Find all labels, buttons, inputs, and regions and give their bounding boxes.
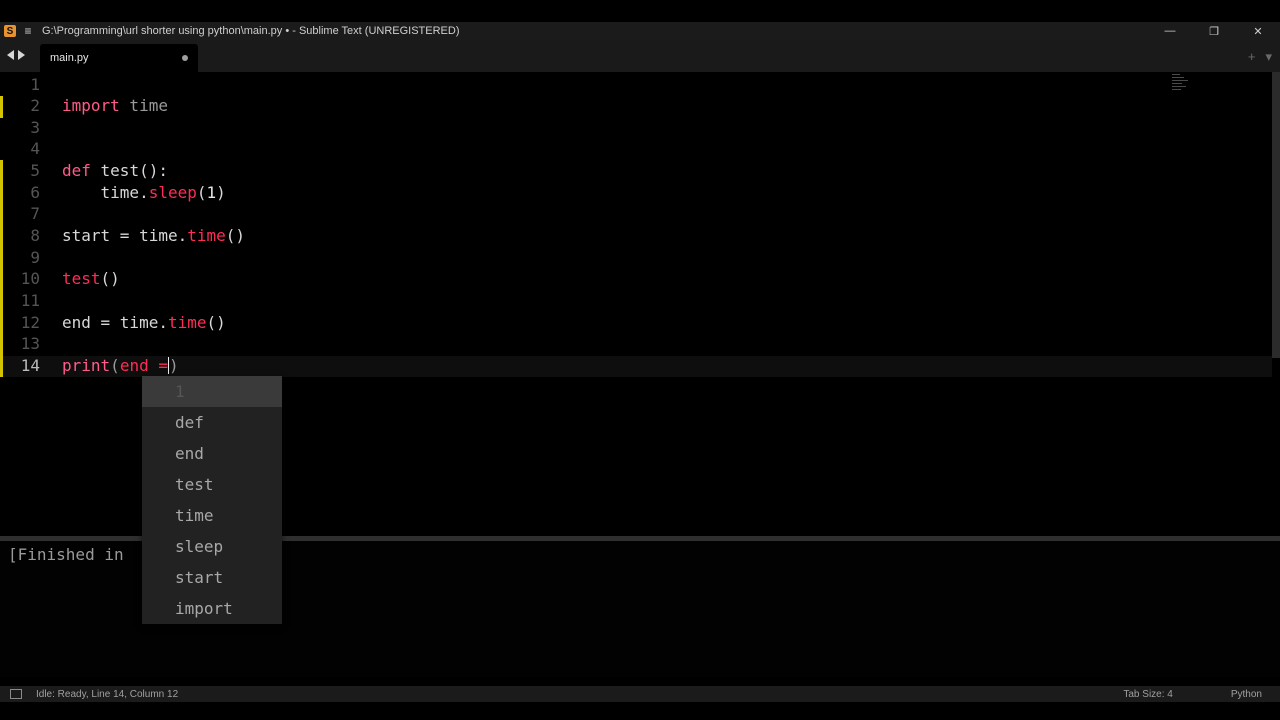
autocomplete-item[interactable]: def [142,407,282,438]
unsaved-dot-icon[interactable] [182,55,188,61]
function-call: time [187,226,226,245]
autocomplete-item[interactable]: 1 [142,376,282,407]
menu-icon[interactable]: ≡ [22,24,34,38]
status-message: Idle: Ready, Line 14, Column 12 [36,688,179,700]
autocomplete-item[interactable]: start [142,562,282,593]
minimize-button[interactable]: — [1148,22,1192,40]
build-output-text: [Finished in [8,545,124,564]
keyword: import [62,96,120,115]
tab-main-py[interactable]: main.py [40,44,198,72]
minimize-icon: — [1164,25,1176,37]
panel-switcher-icon[interactable] [10,689,22,699]
function-call: test [62,269,101,288]
autocomplete-item[interactable]: end [142,438,282,469]
tab-prev-icon[interactable] [7,50,14,60]
code-text: ( [196,183,207,202]
code-line-14[interactable]: print(end =) [62,355,179,376]
code-text: ( [110,356,120,375]
tab-navigation [7,50,25,60]
line-number: 13 [20,334,40,353]
code-text: () [100,269,120,288]
code-line-2[interactable]: import time [62,95,168,116]
line-number: 1 [30,75,40,94]
keyword: print [62,356,111,375]
tab-bar: main.py + ▾ [0,40,1280,72]
minimap-line [1172,86,1186,87]
line-number: 12 [20,313,40,332]
autocomplete-item[interactable]: import [142,593,282,624]
tab-list-chevron-icon[interactable]: ▾ [1265,49,1272,65]
new-tab-plus-icon[interactable]: + [1248,49,1256,65]
close-icon: ✕ [1253,25,1263,38]
code-line-6[interactable]: time.sleep(1) [62,182,226,203]
function-call: time [167,313,207,332]
minimap-line [1172,83,1182,84]
code-line-10[interactable]: test() [62,268,120,289]
code-line-8[interactable]: start = time.time() [62,225,245,246]
tab-actions: + ▾ [1248,49,1272,65]
line-number-active: 14 [20,356,40,375]
title-bar: S ≡ G:\Programming\url shorter using pyt… [0,22,1280,40]
code-text: test(): [90,161,168,180]
vertical-scrollbar[interactable] [1272,72,1280,358]
line-number: 8 [30,226,40,245]
number-literal: 1 [206,183,217,202]
argument-text: end = [119,356,168,375]
code-text: start = time. [62,226,188,245]
code-text: () [225,226,246,245]
code-line-12[interactable]: end = time.time() [62,312,226,333]
minimap-line [1172,80,1188,81]
window-controls: — ❐ ✕ [1148,22,1280,40]
tab-next-icon[interactable] [18,50,25,60]
restore-button[interactable]: ❐ [1192,22,1236,40]
autocomplete-item[interactable]: sleep [142,531,282,562]
restore-icon: ❐ [1209,25,1219,38]
code-text: time. [100,183,149,202]
code-text: ) [168,356,179,375]
code-text: () [206,313,226,332]
minimap-line [1172,74,1180,75]
function-call: sleep [148,183,197,202]
syntax-indicator[interactable]: Python [1231,689,1262,700]
keyword: def [62,161,91,180]
tab-size-indicator[interactable]: Tab Size: 4 [1123,689,1172,700]
minimap-line [1172,89,1181,90]
window-title: G:\Programming\url shorter using python\… [42,25,460,37]
line-number: 3 [30,118,40,137]
autocomplete-item[interactable]: test [142,469,282,500]
code-editor[interactable]: 1 2 3 4 5 6 7 8 9 10 11 12 13 14 import … [0,72,1272,380]
minimap[interactable] [1172,74,1192,100]
code-line-5[interactable]: def test(): [62,160,168,181]
current-line-highlight [0,356,1272,377]
line-number: 6 [30,183,40,202]
sublime-app-icon[interactable]: S [4,25,16,37]
tab-label: main.py [50,52,89,64]
minimap-line [1172,77,1184,78]
line-number: 5 [30,161,40,180]
line-number: 9 [30,248,40,267]
status-right-group: Tab Size: 4 Python [1083,689,1280,700]
line-number: 11 [20,291,40,310]
autocomplete-popup: 1 def end test time sleep start import [142,376,282,624]
status-bar: Idle: Ready, Line 14, Column 12 Tab Size… [0,686,1280,702]
line-number: 10 [20,269,40,288]
code-text: time [119,96,168,115]
code-text: end = time. [62,313,168,332]
line-number: 4 [30,139,40,158]
line-number: 2 [30,96,40,115]
autocomplete-item[interactable]: time [142,500,282,531]
close-button[interactable]: ✕ [1236,22,1280,40]
code-text: ) [216,183,226,202]
line-number: 7 [30,204,40,223]
